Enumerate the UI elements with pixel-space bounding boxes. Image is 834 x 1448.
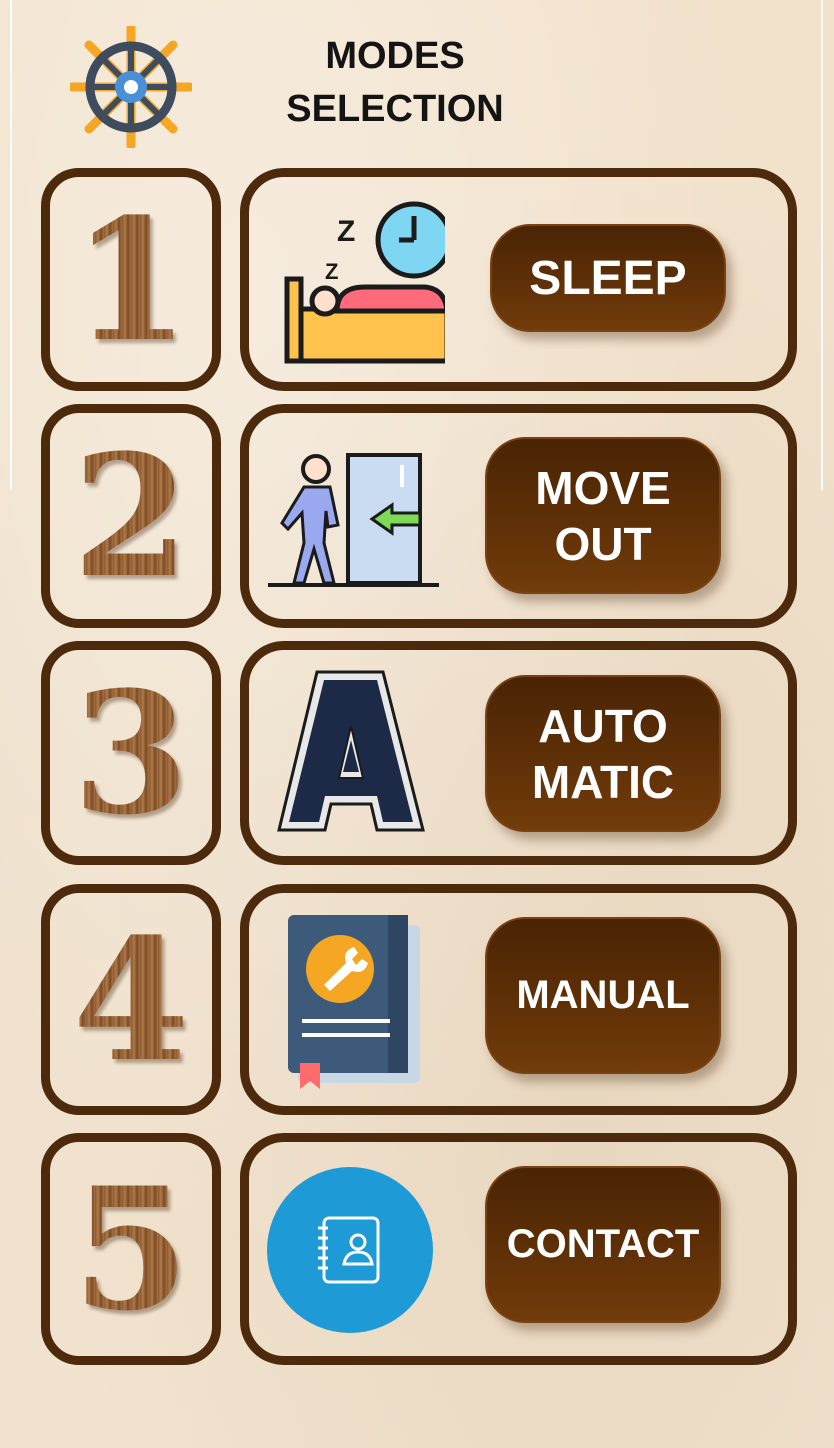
sleeping-bed-clock-icon: Z Z xyxy=(275,199,453,374)
contact-mode-label: CONTACT xyxy=(506,1222,700,1266)
mode-card-manual: MANUAL xyxy=(240,884,797,1115)
edge-line-right xyxy=(821,0,823,490)
manual-mode-button[interactable]: MANUAL xyxy=(485,917,721,1074)
mode-number-box-5: 5 5 xyxy=(41,1133,221,1365)
mode-number-1: 1 xyxy=(50,177,212,382)
mode-number-box-1: 1 1 xyxy=(41,168,221,391)
mode-number-box-4: 4 4 xyxy=(41,884,221,1115)
automatic-label-line2: MATIC xyxy=(531,755,675,808)
mode-number-3: 3 xyxy=(50,650,212,856)
edge-line-left xyxy=(10,0,12,490)
svg-text:Z: Z xyxy=(337,215,355,248)
contact-mode-button[interactable]: CONTACT xyxy=(485,1166,721,1323)
manual-mode-label: MANUAL xyxy=(516,973,690,1017)
mode-card-sleep: Z Z SLEEP xyxy=(240,168,797,391)
mode-number-4: 4 xyxy=(50,893,212,1106)
mode-card-contact: CONTACT xyxy=(240,1133,797,1365)
page-title: MODES SELECTION xyxy=(240,30,550,136)
automatic-label-line1: AUTO xyxy=(538,699,668,752)
mode-number-2: 2 xyxy=(50,413,212,619)
sleep-mode-label: SLEEP xyxy=(529,251,687,305)
svg-text:Z: Z xyxy=(325,259,338,284)
page-title-line2: SELECTION xyxy=(286,88,504,130)
mode-card-move-out: MOVE OUT xyxy=(240,404,797,628)
mode-number-box-2: 2 2 xyxy=(41,404,221,628)
contact-book-icon xyxy=(266,1166,434,1339)
mode-number-5: 5 xyxy=(50,1142,212,1356)
mode-number-box-3: 3 3 xyxy=(41,641,221,865)
move-out-label-line2: OUT xyxy=(554,517,652,570)
automatic-mode-button[interactable]: AUTO MATIC xyxy=(485,675,721,832)
ship-wheel-icon xyxy=(67,23,195,151)
sleep-mode-button[interactable]: SLEEP xyxy=(490,224,726,332)
move-out-label-line1: MOVE xyxy=(535,461,671,514)
person-exiting-door-icon xyxy=(264,447,444,602)
manual-book-wrench-icon xyxy=(284,913,424,1098)
move-out-mode-button[interactable]: MOVE OUT xyxy=(485,437,721,594)
varsity-letter-a-icon xyxy=(271,666,431,846)
page-title-line1: MODES xyxy=(325,35,465,77)
mode-card-automatic: AUTO MATIC xyxy=(240,641,797,865)
